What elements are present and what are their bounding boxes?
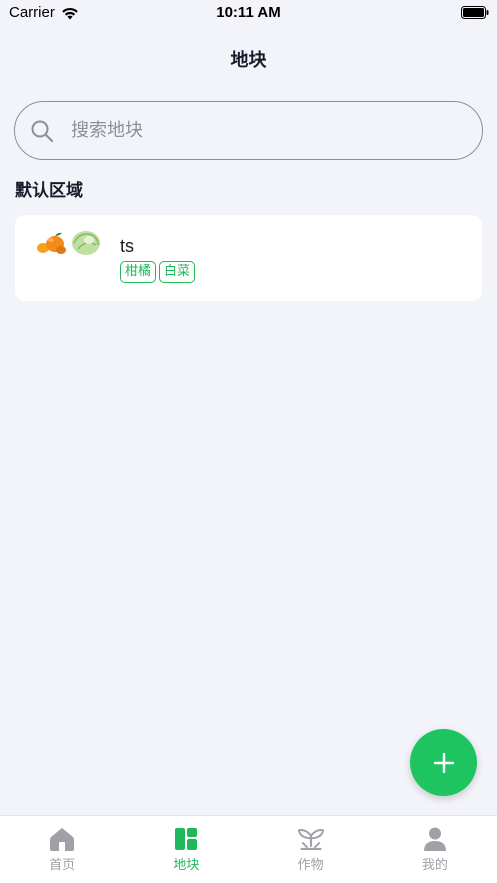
crop-tag: 柑橘 — [120, 261, 157, 283]
cabbage-icon — [72, 231, 100, 255]
tab-home[interactable]: 首页 — [0, 816, 124, 883]
crop-tags: 柑橘 白菜 — [120, 261, 196, 283]
home-icon — [50, 828, 75, 851]
tab-bar: 首页 地块 作物 我的 — [0, 815, 497, 883]
plot-name: ts — [120, 236, 135, 256]
crop-tag: 白菜 — [159, 261, 196, 283]
battery-icon — [461, 6, 489, 19]
crops-icon — [297, 829, 324, 851]
tab-label: 首页 — [49, 858, 76, 873]
tab-label: 我的 — [421, 858, 448, 873]
search-icon — [31, 120, 54, 142]
plus-icon — [433, 752, 454, 773]
section-title: 默认区域 — [15, 181, 83, 201]
status-time: 10:11 AM — [216, 4, 281, 21]
plots-icon — [175, 828, 198, 850]
tab-plots[interactable]: 地块 — [124, 816, 248, 883]
plot-card[interactable]: ts 柑橘 白菜 — [15, 215, 482, 301]
orange-icon — [37, 232, 66, 254]
status-bar: Carrier 10:11 AM — [0, 0, 497, 26]
page-title: 地块 — [230, 50, 267, 71]
crop-icons — [37, 231, 100, 255]
tab-crops[interactable]: 作物 — [249, 816, 373, 883]
search-input[interactable] — [71, 120, 451, 141]
tab-label: 地块 — [173, 858, 200, 873]
user-icon — [423, 827, 446, 851]
tab-label: 作物 — [297, 858, 324, 873]
tab-profile[interactable]: 我的 — [373, 816, 497, 883]
search-bar[interactable] — [14, 101, 483, 160]
add-plot-button[interactable] — [410, 729, 477, 796]
